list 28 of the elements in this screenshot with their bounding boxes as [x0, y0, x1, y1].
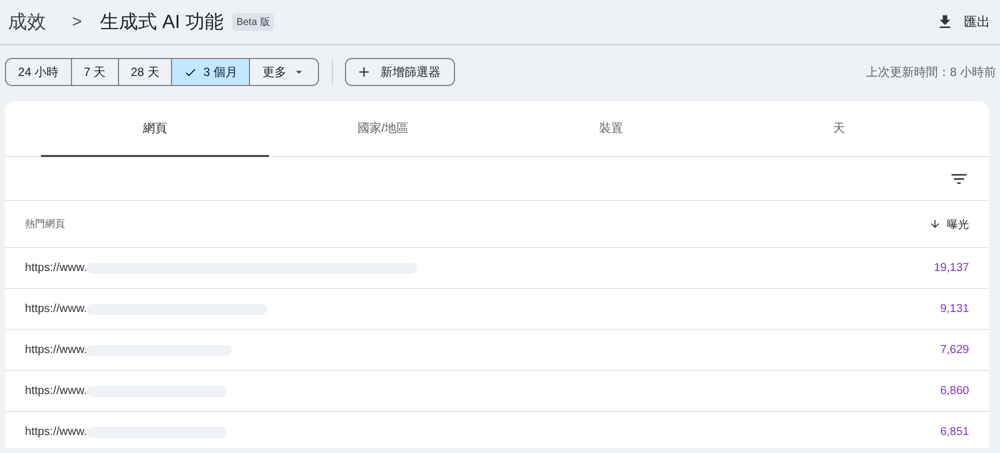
tab[interactable]: 天 — [725, 101, 953, 157]
page-title: 生成式 AI 功能 — [100, 11, 224, 35]
page-url[interactable]: https://www. — [25, 426, 87, 438]
arrow-down-icon — [929, 218, 941, 230]
breadcrumb-separator: > — [72, 12, 82, 32]
tab[interactable]: 國家/地區 — [269, 101, 497, 157]
sort-column-header[interactable]: 曝光 — [929, 216, 969, 232]
impressions-value: 9,131 — [940, 303, 969, 315]
impressions-value: 6,860 — [940, 385, 969, 397]
breadcrumb-link[interactable]: 成效 — [8, 9, 46, 35]
page-url[interactable]: https://www. — [25, 262, 87, 274]
tab[interactable]: 網頁 — [41, 101, 269, 157]
page-url[interactable]: https://www. — [25, 303, 87, 315]
date-range-button[interactable]: 更多 — [249, 59, 318, 85]
date-range-button[interactable]: 24 小時 — [6, 59, 71, 85]
date-range-button[interactable]: 7 天 — [70, 59, 118, 85]
impressions-value: 7,629 — [940, 344, 969, 356]
export-button[interactable]: 匯出 — [936, 13, 990, 31]
page-url[interactable]: https://www. — [25, 344, 87, 356]
page-url[interactable]: https://www. — [25, 385, 87, 397]
impressions-value: 19,137 — [934, 262, 969, 274]
add-filter-button[interactable]: 新增篩選器 — [345, 58, 456, 86]
tab[interactable]: 裝置 — [497, 101, 725, 157]
column-header: 熱門網頁 — [25, 218, 65, 231]
date-range-button[interactable]: 3 個月 — [171, 59, 250, 85]
impressions-value: 6,851 — [940, 426, 969, 438]
last-updated-text: 上次更新時間：8 小時前 — [866, 64, 996, 80]
beta-badge: Beta 版 — [232, 13, 274, 31]
